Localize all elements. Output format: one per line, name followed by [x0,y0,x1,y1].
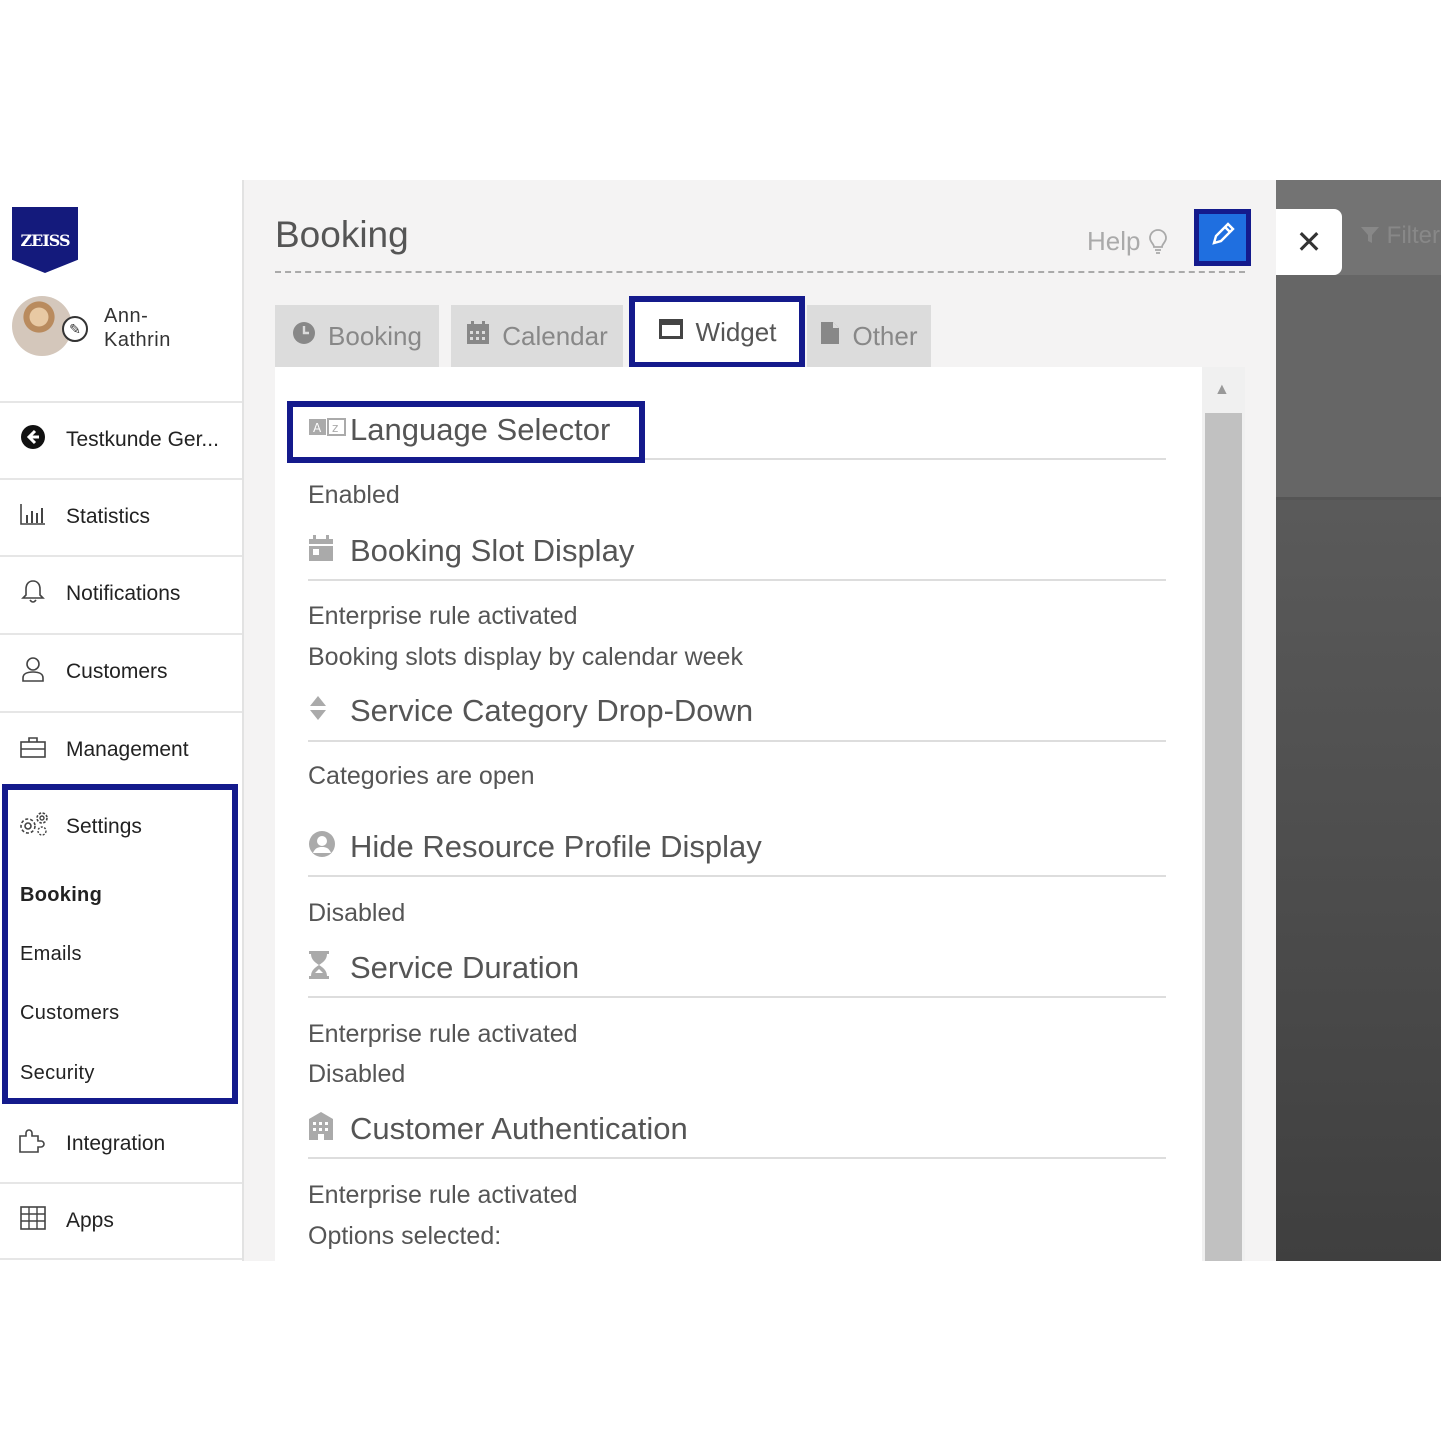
overlay-band [1276,275,1441,500]
user-name: Ann- Kathrin [104,305,171,351]
sidebar-item-integration[interactable]: Integration [0,1106,242,1182]
section-value: Options selected: [308,1222,502,1250]
grid-icon [18,1206,48,1236]
tab-label: Other [852,320,918,351]
clock-icon [292,321,316,352]
section-value: Disabled [308,899,406,927]
building-icon [308,1111,350,1148]
page-title: Booking [275,214,409,255]
filter-button[interactable]: Filter [1360,222,1440,250]
sidebar-item-label: Notifications [66,582,181,605]
briefcase-icon [18,736,48,764]
lightbulb-icon [1148,226,1168,256]
back-arrow-icon [18,424,48,456]
pencil-icon [1209,220,1237,255]
widget-settings-content: Az Language Selector Enabled Booking Slo… [275,367,1245,1261]
sidebar-item-apps[interactable]: Apps [0,1182,242,1258]
app-window: ZEISS ✎ Ann- Kathrin Testkunde Ger... St… [0,180,1441,1261]
section-value: Disabled [308,1060,406,1088]
tab-widget[interactable]: Widget [629,296,805,368]
title-divider [275,271,1245,273]
section-title: Service Duration [350,950,580,985]
sidebar-item-label: Customers [66,660,168,683]
section-service-category-dropdown: Service Category Drop-Down [308,682,1166,742]
background-overlay: ✕ Filter [1276,180,1441,1261]
section-booking-slot-display: Booking Slot Display [308,523,1166,581]
help-label: Help [1087,226,1141,256]
user-icon [18,656,48,688]
sidebar-item-management[interactable]: Management [0,711,242,787]
section-title: Customer Authentication [350,1111,688,1146]
scroll-up-arrow-icon[interactable]: ▲ [1214,381,1230,399]
sidebar-divider [0,1258,242,1260]
edit-profile-icon[interactable]: ✎ [62,316,88,342]
sidebar: ZEISS ✎ Ann- Kathrin Testkunde Ger... St… [0,180,244,1261]
bar-chart-icon [18,503,48,531]
sidebar-item-label: Apps [66,1209,114,1232]
section-title: Service Category Drop-Down [350,693,754,728]
bell-icon [18,578,48,610]
zeiss-logo: ZEISS [12,207,78,273]
window-icon [658,318,684,347]
language-selector-highlight-box [287,401,645,463]
section-value: Enterprise rule activated [308,1020,578,1048]
calendar-icon [466,320,490,352]
section-value: Enterprise rule activated [308,1181,578,1209]
section-value: Enterprise rule activated [308,602,578,630]
sidebar-item-label: Statistics [66,505,151,528]
sidebar-item-statistics[interactable]: Statistics [0,478,242,554]
help-link[interactable]: Help [1087,226,1168,257]
tab-label: Widget [695,316,777,347]
vertical-scrollbar[interactable]: ▲ [1202,367,1245,1261]
section-title: Booking Slot Display [350,533,635,568]
tab-label: Booking [328,320,422,351]
filter-label: Filter [1386,222,1441,249]
edit-button[interactable] [1194,209,1251,266]
close-icon: ✕ [1295,224,1323,260]
tab-calendar[interactable]: Calendar [451,305,623,367]
sort-icon [308,695,350,728]
section-customer-authentication: Customer Authentication [308,1101,1166,1159]
section-title: Hide Resource Profile Display [350,829,762,864]
hourglass-icon [308,950,350,987]
settings-highlight-box [2,784,238,1104]
user-profile[interactable]: ✎ Ann- Kathrin [12,296,237,362]
sidebar-item-label: Integration [66,1132,166,1155]
sidebar-item-label: Management [66,738,189,761]
sidebar-item-back[interactable]: Testkunde Ger... [0,401,242,477]
section-value: Categories are open [308,762,535,790]
section-hide-resource-profile-display: Hide Resource Profile Display [308,819,1166,877]
section-service-duration: Service Duration [308,940,1166,998]
scrollbar-thumb[interactable] [1205,413,1242,1261]
tab-other[interactable]: Other [807,305,931,367]
close-button[interactable]: ✕ [1276,209,1342,275]
sidebar-item-customers[interactable]: Customers [0,633,242,709]
sidebar-item-label: Testkunde Ger... [66,428,219,451]
filter-icon [1360,222,1387,249]
section-value: Booking slots display by calendar week [308,643,743,671]
sidebar-item-notifications[interactable]: Notifications [0,555,242,631]
tab-label: Calendar [502,320,608,351]
puzzle-icon [18,1128,48,1160]
main-panel: Booking Help Booking Calendar Widget Oth… [244,180,1276,1261]
file-icon [820,321,840,352]
tab-booking[interactable]: Booking [275,305,439,367]
user-circle-icon [308,830,350,865]
section-value: Enabled [308,481,400,509]
calendar-icon [308,534,350,569]
